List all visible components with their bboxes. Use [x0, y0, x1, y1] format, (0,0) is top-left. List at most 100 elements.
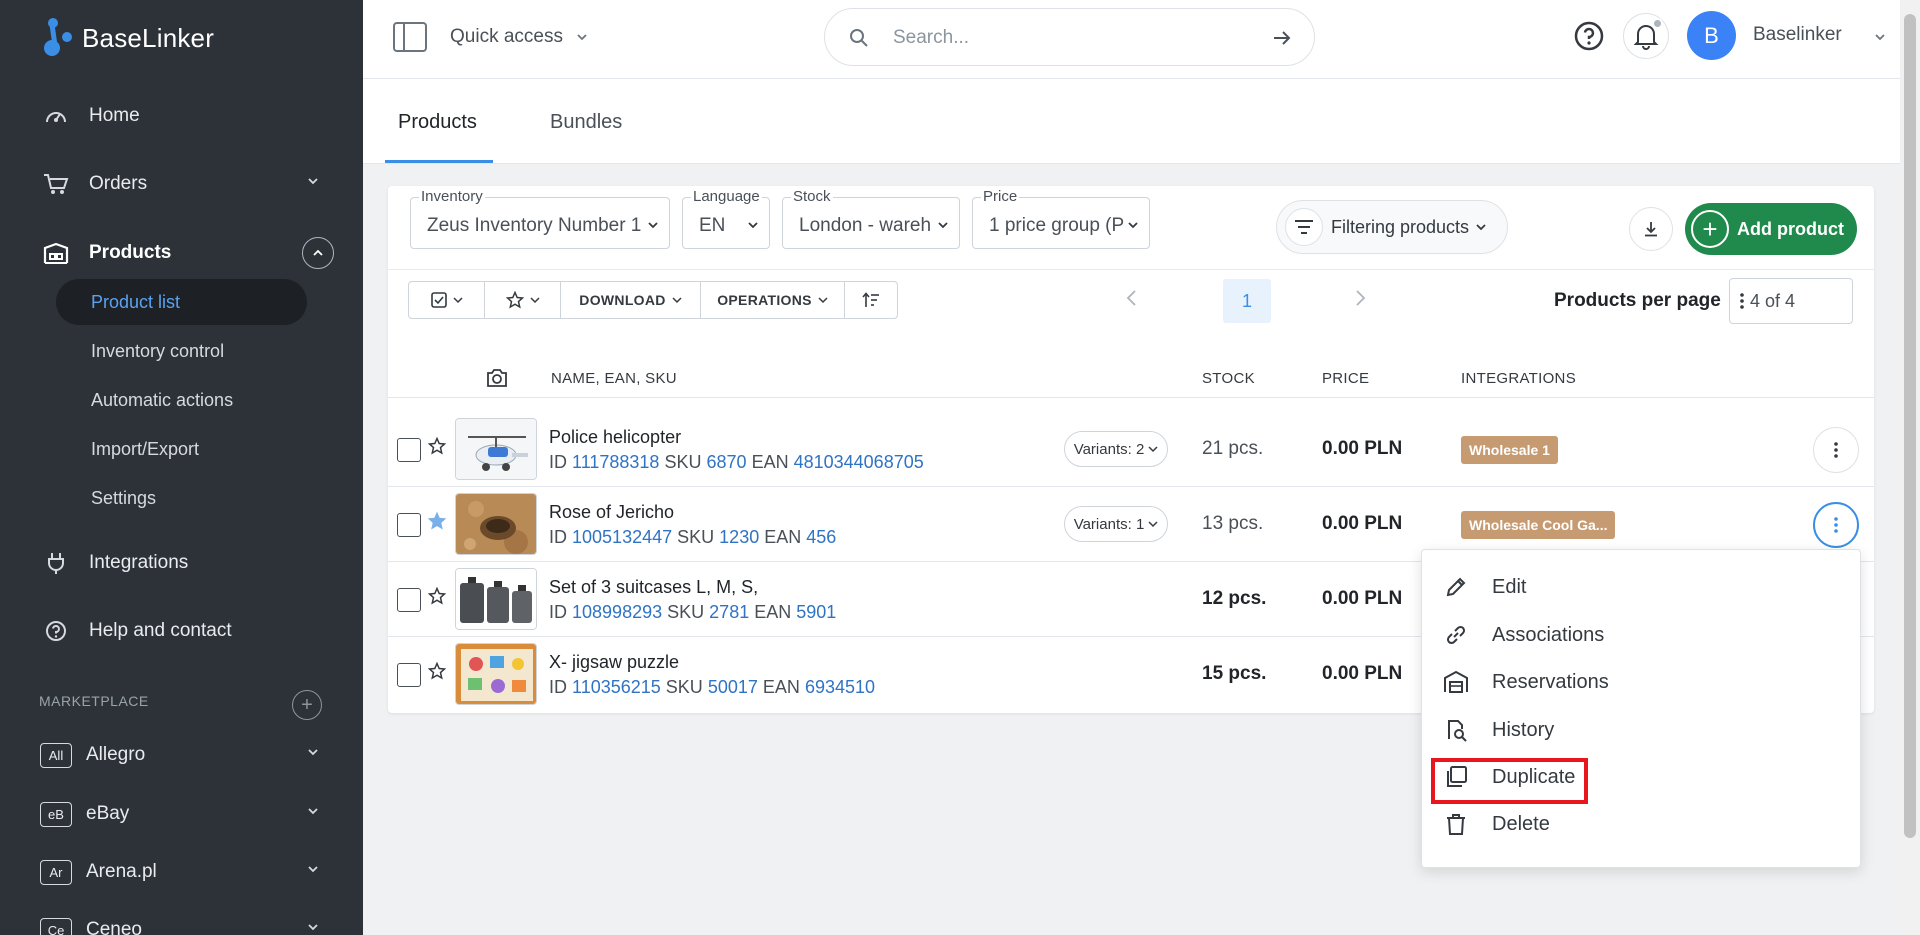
sidebar-item-product-list[interactable]: Product list [56, 279, 307, 325]
star-icon[interactable] [428, 587, 446, 605]
price-select[interactable]: Price 1 price group (P [972, 188, 1150, 249]
stock-value[interactable]: 12 pcs. [1202, 588, 1266, 610]
add-product-button[interactable]: + Add product [1685, 203, 1857, 255]
nav-products[interactable]: Products [40, 233, 334, 273]
product-thumbnail[interactable] [455, 418, 537, 480]
integration-badge[interactable]: Wholesale 1 [1461, 436, 1558, 464]
sidebar-toggle-icon[interactable] [393, 22, 427, 52]
row-actions-button[interactable] [1813, 427, 1859, 473]
stock-value[interactable]: 15 pcs. [1202, 663, 1266, 685]
quick-access-button[interactable]: Quick access [450, 26, 563, 48]
user-menu[interactable]: Baselinker [1753, 24, 1842, 46]
table-row[interactable]: Police helicopter ID 111788318 SKU 6870 … [388, 412, 1874, 487]
export-download-button[interactable] [1629, 207, 1673, 251]
download-dropdown[interactable]: DOWNLOAD [561, 282, 701, 318]
nav-home[interactable]: Home [40, 96, 320, 136]
chevron-down-icon[interactable] [1873, 30, 1887, 44]
product-thumbnail[interactable] [455, 493, 537, 555]
product-thumbnail[interactable] [455, 568, 537, 630]
marketplace-arena[interactable]: Ar Arena.pl [40, 852, 320, 892]
product-name[interactable]: X- jigsaw puzzle [549, 652, 679, 673]
inventory-select[interactable]: Inventory Zeus Inventory Number 1 [410, 188, 670, 249]
sidebar-item-settings[interactable]: Settings [56, 475, 307, 521]
previous-page-button[interactable] [1125, 289, 1139, 307]
filtering-products-button[interactable]: Filtering products [1276, 200, 1508, 254]
variants-button[interactable]: Variants: 1 [1064, 506, 1168, 542]
sidebar-item-automatic-actions[interactable]: Automatic actions [56, 377, 307, 423]
product-ean-link[interactable]: 5901 [796, 602, 836, 622]
menu-item-reservations[interactable]: Reservations [1440, 663, 1609, 701]
column-header-name[interactable]: NAME, EAN, SKU [551, 370, 677, 387]
stock-select[interactable]: Stock London - wareh [782, 188, 960, 249]
menu-item-associations[interactable]: Associations [1440, 616, 1604, 654]
marketplace-ceneo[interactable]: Ce Ceneo [40, 910, 320, 935]
help-icon[interactable] [1573, 20, 1605, 52]
nav-help[interactable]: Help and contact [40, 611, 320, 651]
chevron-down-icon [308, 808, 318, 815]
variants-button[interactable]: Variants: 2 [1064, 431, 1168, 467]
product-name[interactable]: Rose of Jericho [549, 502, 674, 523]
sidebar-item-import-export[interactable]: Import/Export [56, 426, 307, 472]
marketplace-allegro[interactable]: All Allegro [40, 735, 320, 775]
page-scrollbar[interactable] [1900, 0, 1920, 935]
product-ean-link[interactable]: 6934510 [805, 677, 875, 697]
product-sku-link[interactable]: 6870 [707, 452, 747, 472]
current-page[interactable]: 1 [1223, 279, 1271, 323]
collapse-products-button[interactable] [302, 237, 334, 269]
marketplace-ebay[interactable]: eB eBay [40, 794, 320, 834]
column-header-price[interactable]: PRICE [1322, 370, 1369, 387]
star-filled-icon[interactable] [428, 512, 446, 530]
search-input[interactable] [893, 25, 1253, 51]
row-checkbox[interactable] [397, 663, 421, 687]
menu-item-delete[interactable]: Delete [1440, 805, 1550, 843]
price-value[interactable]: 0.00 PLN [1322, 663, 1402, 685]
row-checkbox[interactable] [397, 588, 421, 612]
logo[interactable]: BaseLinker [40, 16, 214, 60]
price-value[interactable]: 0.00 PLN [1322, 438, 1402, 460]
star-icon[interactable] [428, 662, 446, 680]
row-actions-button[interactable] [1813, 502, 1859, 548]
product-id-link[interactable]: 1005132447 [572, 527, 672, 547]
chevron-down-icon[interactable] [575, 30, 589, 44]
sidebar-item-inventory-control[interactable]: Inventory control [56, 328, 307, 374]
stock-value[interactable]: 13 pcs. [1202, 513, 1263, 535]
product-id-link[interactable]: 111788318 [572, 452, 659, 472]
price-value[interactable]: 0.00 PLN [1322, 588, 1402, 610]
favorites-dropdown[interactable] [485, 282, 561, 318]
menu-item-history[interactable]: History [1440, 711, 1554, 749]
price-value[interactable]: 0.00 PLN [1322, 513, 1402, 535]
add-marketplace-button[interactable]: + [292, 690, 322, 720]
column-header-stock[interactable]: STOCK [1202, 370, 1255, 387]
nav-orders[interactable]: Orders [40, 164, 320, 204]
product-ean-link[interactable]: 456 [806, 527, 836, 547]
row-checkbox[interactable] [397, 438, 421, 462]
stock-value[interactable]: 21 pcs. [1202, 438, 1263, 460]
scrollbar-thumb[interactable] [1904, 14, 1916, 838]
menu-item-edit[interactable]: Edit [1440, 568, 1526, 606]
sort-button[interactable] [845, 282, 897, 318]
product-ean-link[interactable]: 4810344068705 [794, 452, 924, 472]
product-id-link[interactable]: 108998293 [572, 602, 662, 622]
product-sku-link[interactable]: 1230 [719, 527, 759, 547]
tab-bundles[interactable]: Bundles [550, 111, 622, 134]
nav-integrations[interactable]: Integrations [40, 543, 320, 583]
integration-badge[interactable]: Wholesale Cool Ga... [1461, 511, 1616, 539]
product-name[interactable]: Police helicopter [549, 427, 681, 448]
notifications-button[interactable] [1623, 13, 1669, 59]
next-page-button[interactable] [1353, 289, 1367, 307]
tab-products[interactable]: Products [398, 111, 477, 134]
product-name[interactable]: Set of 3 suitcases L, M, S, [549, 577, 758, 598]
product-sku-link[interactable]: 2781 [709, 602, 749, 622]
language-select[interactable]: Language EN [682, 188, 770, 249]
avatar[interactable]: B [1687, 11, 1736, 60]
products-per-page-select[interactable]: 4 of 4 [1729, 278, 1853, 324]
arrow-right-icon[interactable] [1272, 29, 1292, 47]
product-id-link[interactable]: 110356215 [572, 677, 661, 697]
select-all-dropdown[interactable] [409, 282, 485, 318]
topbar: Quick access B Baselinker [363, 0, 1900, 79]
row-checkbox[interactable] [397, 513, 421, 537]
star-icon[interactable] [428, 437, 446, 455]
operations-dropdown[interactable]: OPERATIONS [701, 282, 845, 318]
product-sku-link[interactable]: 50017 [708, 677, 758, 697]
product-thumbnail[interactable] [455, 643, 537, 705]
